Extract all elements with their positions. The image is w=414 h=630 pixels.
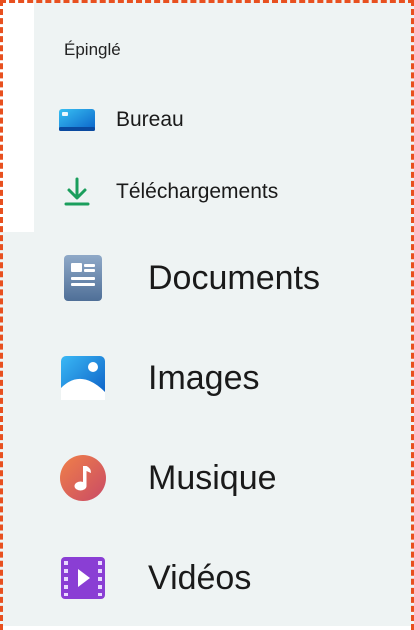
sidebar-item-label: Documents (148, 258, 320, 297)
documents-icon (54, 249, 112, 307)
music-icon (54, 449, 112, 507)
pane-edge (0, 0, 34, 232)
sidebar-item-label: Téléchargements (116, 180, 279, 203)
images-icon (54, 349, 112, 407)
section-label-pinned: Épinglé (64, 40, 121, 59)
sidebar-item-label: Images (148, 358, 260, 397)
sidebar-item-desktop[interactable]: Bureau (40, 100, 404, 140)
sidebar-item-label: Musique (148, 458, 277, 497)
sidebar-item-downloads[interactable]: Téléchargements (40, 172, 404, 212)
videos-icon (54, 549, 112, 607)
sidebar-item-documents[interactable]: Documents (40, 243, 404, 313)
sidebar-item-videos[interactable]: Vidéos (40, 543, 404, 613)
desktop-icon (52, 102, 102, 138)
download-icon (52, 174, 102, 210)
sidebar-item-label: Bureau (116, 108, 184, 131)
sidebar-item-label: Vidéos (148, 558, 252, 597)
sidebar-item-music[interactable]: Musique (40, 443, 404, 513)
navigation-pane: Épinglé Bureau Téléchargements Documents… (0, 0, 414, 626)
sidebar-item-images[interactable]: Images (40, 343, 404, 413)
